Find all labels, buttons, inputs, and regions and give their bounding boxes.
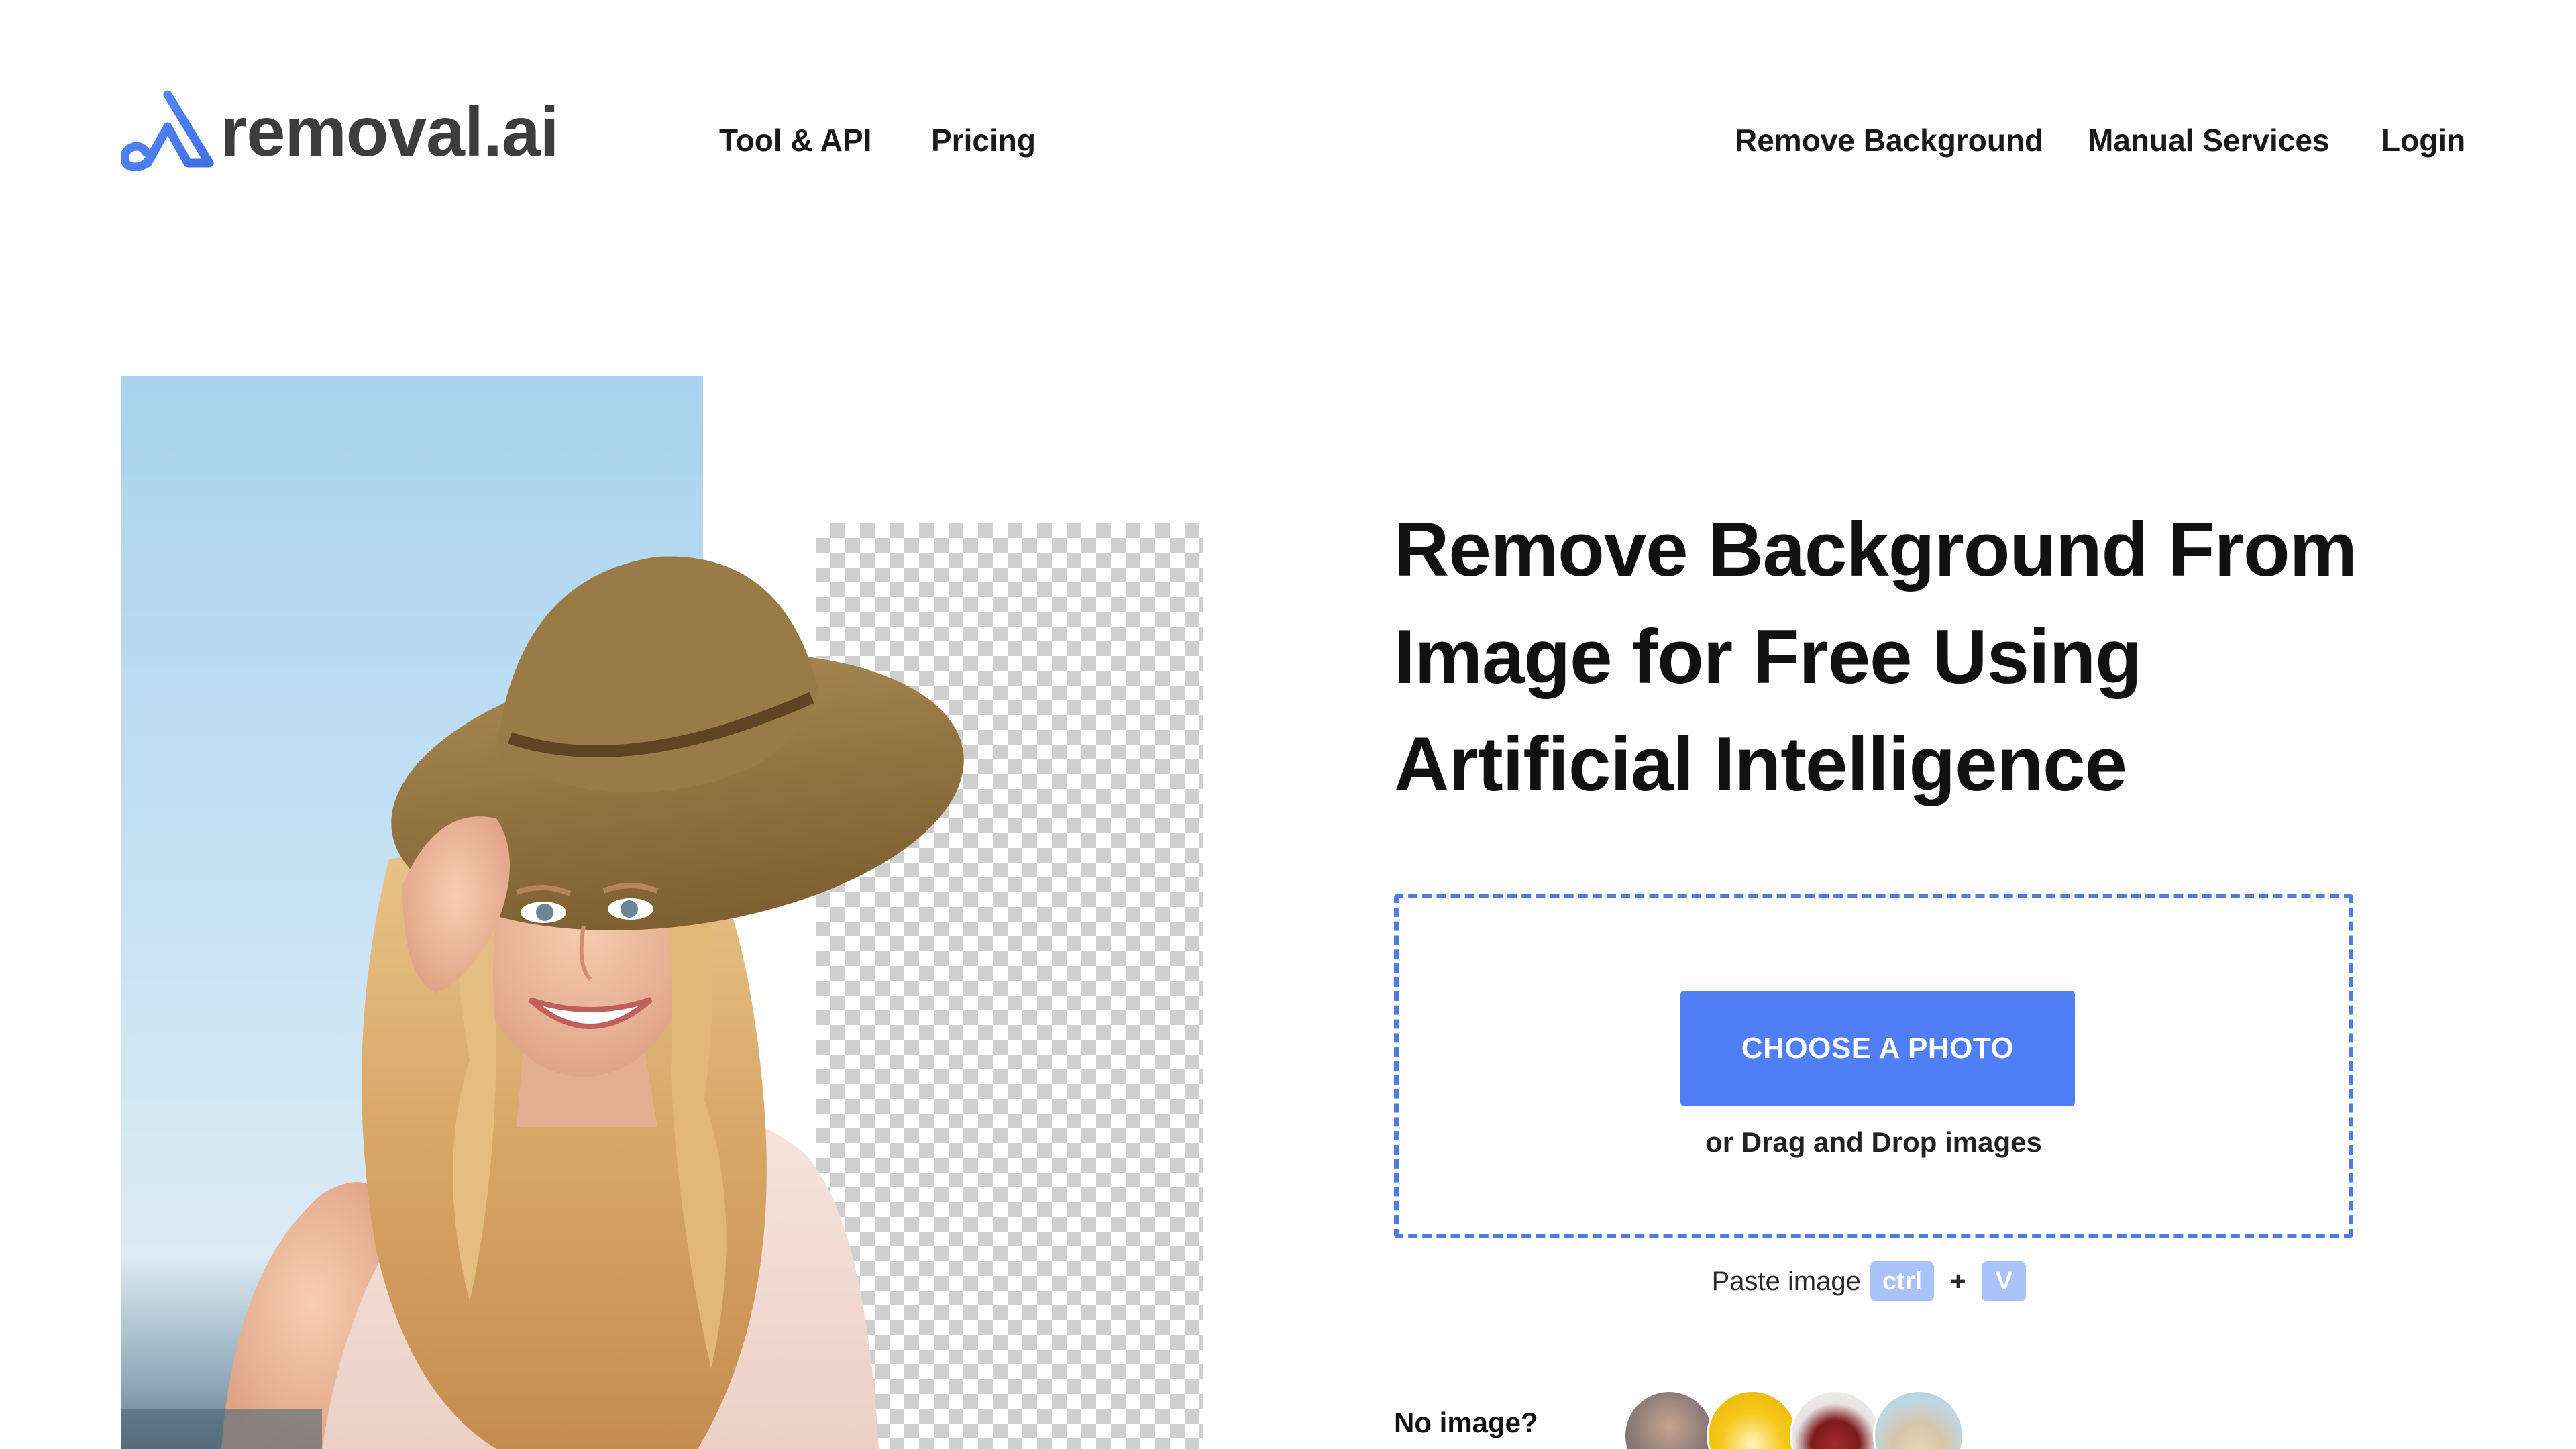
logo-link[interactable]: removal.ai: [121, 86, 559, 173]
brand-name: removal.ai: [220, 93, 559, 171]
ctrl-key: ctrl: [1870, 1261, 1935, 1301]
removal-ai-logo-icon: [121, 90, 214, 171]
drag-drop-hint: or Drag and Drop images: [1705, 1126, 2042, 1158]
nav-remove-background[interactable]: Remove Background: [1735, 125, 2043, 156]
headline-line-3: Artificial Intelligence: [1394, 722, 2127, 807]
nav-manual-services[interactable]: Manual Services: [2088, 125, 2330, 156]
sample-dog-icon[interactable]: [1873, 1390, 1964, 1449]
headline-line-2: Image for Free Using: [1394, 614, 2142, 700]
choose-photo-button[interactable]: CHOOSE A PHOTO: [1680, 991, 2075, 1106]
hero-image: [121, 376, 1203, 1449]
no-image-label: No image?: [1394, 1407, 1538, 1438]
nav-login[interactable]: Login: [2381, 125, 2465, 156]
paste-label: Paste image: [1711, 1266, 1861, 1296]
headline-line-1: Remove Background From: [1394, 507, 2357, 592]
paste-hint: Paste image ctrl + V: [1394, 1261, 2353, 1301]
plus-sign: +: [1950, 1266, 1966, 1296]
woman-with-hat-photo: [121, 556, 964, 1449]
page: removal.ai Tool & API Pricing Remove Bac…: [0, 0, 2576, 1449]
v-key: V: [1982, 1261, 2027, 1301]
upload-dropzone[interactable]: CHOOSE A PHOTO or Drag and Drop images: [1394, 894, 2353, 1238]
sample-camera-icon[interactable]: [1707, 1390, 1798, 1449]
nav-pricing[interactable]: Pricing: [931, 125, 1036, 156]
hero-headline: Remove Background From Image for Free Us…: [1394, 496, 2467, 818]
sample-couple-icon[interactable]: [1623, 1390, 1715, 1449]
sample-backpack-icon[interactable]: [1790, 1390, 1881, 1449]
nav-tool-api[interactable]: Tool & API: [719, 125, 871, 156]
